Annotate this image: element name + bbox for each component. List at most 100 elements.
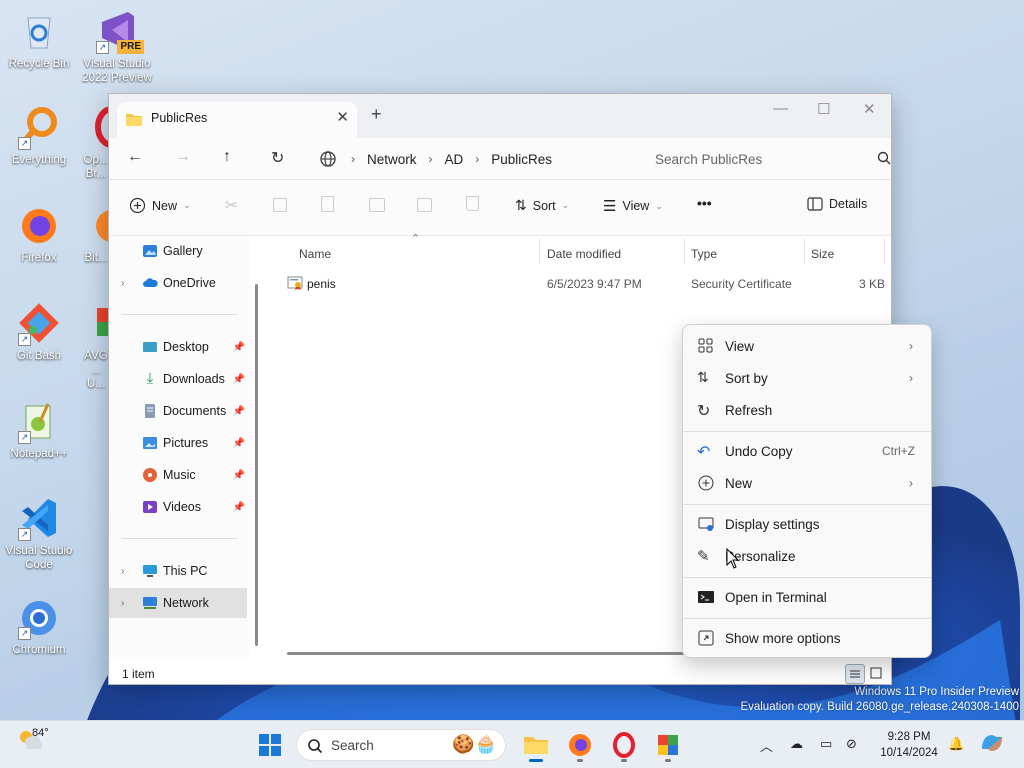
- clock[interactable]: 9:28 PM 10/14/2024: [872, 729, 946, 761]
- new-tab-icon[interactable]: +: [371, 104, 382, 125]
- close-tab-icon[interactable]: ✕: [336, 108, 349, 126]
- desktop-icon-git-bash[interactable]: ↗ Git Bash: [3, 300, 75, 363]
- refresh-icon[interactable]: ↻: [271, 148, 284, 168]
- column-divider[interactable]: [804, 238, 805, 264]
- search-input[interactable]: Search PublicRes: [639, 143, 891, 175]
- nav-item-onedrive[interactable]: › OneDrive: [109, 268, 247, 298]
- nav-item-gallery[interactable]: Gallery: [109, 236, 247, 266]
- copilot-icon: [982, 735, 1002, 751]
- desktop-icon-firefox[interactable]: Firefox: [3, 202, 75, 265]
- menu-item-display-settings[interactable]: Display settings: [687, 509, 927, 539]
- share-icon[interactable]: [417, 198, 432, 212]
- delete-icon[interactable]: [466, 196, 479, 211]
- chevron-right-icon[interactable]: ›: [121, 566, 124, 577]
- cloud-sync-icon[interactable]: ☁: [790, 736, 803, 752]
- breadcrumb-ad[interactable]: AD: [445, 152, 464, 167]
- paste-icon[interactable]: [321, 196, 334, 212]
- chevron-right-icon[interactable]: ›: [121, 278, 124, 289]
- pin-icon[interactable]: 📌: [233, 342, 245, 353]
- display-icon[interactable]: ▭: [820, 736, 832, 752]
- taskbar-firefox[interactable]: [564, 729, 596, 762]
- column-divider[interactable]: [884, 238, 885, 264]
- column-divider[interactable]: [539, 238, 540, 264]
- details-view-icon[interactable]: [845, 664, 865, 684]
- menu-item-sort-by[interactable]: ⇅ Sort by ›: [687, 363, 927, 393]
- taskbar-app[interactable]: [652, 729, 684, 762]
- minimize-icon[interactable]: —: [773, 100, 788, 117]
- desktop-icon-everything[interactable]: ↗ Everything: [3, 104, 75, 167]
- pin-icon[interactable]: 📌: [233, 438, 245, 449]
- column-divider[interactable]: [684, 238, 685, 264]
- close-window-icon[interactable]: ✕: [863, 100, 876, 118]
- nav-item-music[interactable]: Music 📌: [109, 460, 247, 490]
- back-arrow-icon[interactable]: ←: [127, 148, 143, 166]
- nav-scrollbar[interactable]: [255, 284, 258, 646]
- column-type[interactable]: Type: [691, 247, 717, 261]
- desktop-icon-visual-studio[interactable]: PRE ↗ Visual Studio 2022 Preview: [81, 8, 153, 85]
- certificate-icon: [287, 276, 303, 290]
- show-more-icon: [698, 630, 714, 646]
- new-button[interactable]: New ⌄: [129, 197, 191, 214]
- menu-item-undo-copy[interactable]: ↶ Undo Copy Ctrl+Z: [687, 436, 927, 466]
- taskbar-file-explorer[interactable]: [520, 729, 552, 762]
- rename-icon[interactable]: [369, 198, 385, 212]
- network-status-icon[interactable]: ⊘: [846, 736, 857, 752]
- shortcut-arrow-icon: ↗: [18, 333, 31, 346]
- desktop-icon-avg[interactable]: AVG ... U...: [81, 300, 111, 391]
- column-date-modified[interactable]: Date modified: [547, 247, 621, 261]
- desktop-icon-label: Git Bash: [16, 350, 62, 362]
- copy-icon[interactable]: [273, 198, 287, 212]
- nav-item-network[interactable]: › Network: [109, 588, 247, 618]
- nav-item-videos[interactable]: Videos 📌: [109, 492, 247, 522]
- cut-icon[interactable]: ✂: [225, 196, 243, 214]
- more-options-button[interactable]: •••: [697, 195, 712, 211]
- search-icon: [877, 151, 891, 165]
- menu-item-show-more-options[interactable]: Show more options: [687, 623, 927, 653]
- desktop-icon-bit[interactable]: Bit...: [81, 202, 111, 265]
- chevron-right-icon[interactable]: ›: [121, 598, 124, 609]
- tab-publicres[interactable]: PublicRes ✕: [117, 102, 357, 138]
- maximize-icon[interactable]: ☐: [817, 100, 830, 118]
- pin-icon[interactable]: 📌: [233, 374, 245, 385]
- sort-button[interactable]: ⇅ Sort ⌄: [515, 197, 569, 214]
- desktop-icon-chromium[interactable]: ↗ Chromium: [3, 594, 75, 657]
- menu-item-refresh[interactable]: ↻ Refresh: [687, 395, 927, 425]
- pin-icon[interactable]: 📌: [233, 502, 245, 513]
- pin-icon[interactable]: 📌: [233, 406, 245, 417]
- chromium-icon: ↗: [16, 594, 62, 640]
- weather-widget[interactable]: 84°: [16, 727, 49, 752]
- pin-icon[interactable]: 📌: [233, 470, 245, 481]
- forward-arrow-icon[interactable]: →: [175, 148, 191, 166]
- nav-item-pictures[interactable]: Pictures 📌: [109, 428, 247, 458]
- breadcrumb-publicres[interactable]: PublicRes: [491, 152, 552, 167]
- menu-item-new[interactable]: New ›: [687, 468, 927, 498]
- taskbar-search[interactable]: Search 🍪🧁: [296, 729, 506, 761]
- menu-item-personalize[interactable]: ✎ Personalize: [687, 541, 927, 571]
- nav-item-this-pc[interactable]: › This PC: [109, 556, 247, 586]
- start-button[interactable]: [254, 729, 286, 761]
- notification-bell-icon[interactable]: 🔔: [948, 736, 964, 752]
- nav-item-desktop[interactable]: Desktop 📌: [109, 332, 247, 362]
- column-name[interactable]: Name: [299, 247, 331, 261]
- file-row[interactable]: penis 6/5/2023 9:47 PM Security Certific…: [263, 268, 891, 298]
- search-placeholder: Search PublicRes: [655, 151, 763, 167]
- menu-item-open-terminal[interactable]: Open in Terminal: [687, 582, 927, 612]
- show-hidden-icons-icon[interactable]: ︿: [760, 736, 773, 755]
- taskbar-opera[interactable]: [608, 729, 640, 762]
- desktop-icon-recycle-bin[interactable]: Recycle Bin: [3, 8, 75, 71]
- desktop-icon-opera[interactable]: Op... Br...: [81, 104, 111, 181]
- column-size[interactable]: Size: [811, 247, 834, 261]
- copilot-button[interactable]: [978, 729, 1010, 761]
- details-pane-button[interactable]: Details: [807, 197, 867, 211]
- nav-item-downloads[interactable]: ⤓ Downloads 📌: [109, 364, 247, 394]
- up-arrow-icon[interactable]: ↑: [223, 148, 231, 166]
- nav-item-documents[interactable]: Documents 📌: [109, 396, 247, 426]
- view-button[interactable]: ☰ View ⌄: [603, 197, 663, 215]
- menu-item-view[interactable]: View ›: [687, 331, 927, 361]
- breadcrumb-network[interactable]: Network: [367, 152, 417, 167]
- git-bash-icon: ↗: [16, 300, 62, 346]
- large-icons-view-icon[interactable]: [867, 664, 887, 684]
- desktop-icon-notepadpp[interactable]: ↗ Notepad++: [3, 398, 75, 461]
- horizontal-scrollbar[interactable]: [287, 652, 687, 655]
- desktop-icon-vscode[interactable]: ↗ Visual Studio Code: [3, 495, 75, 572]
